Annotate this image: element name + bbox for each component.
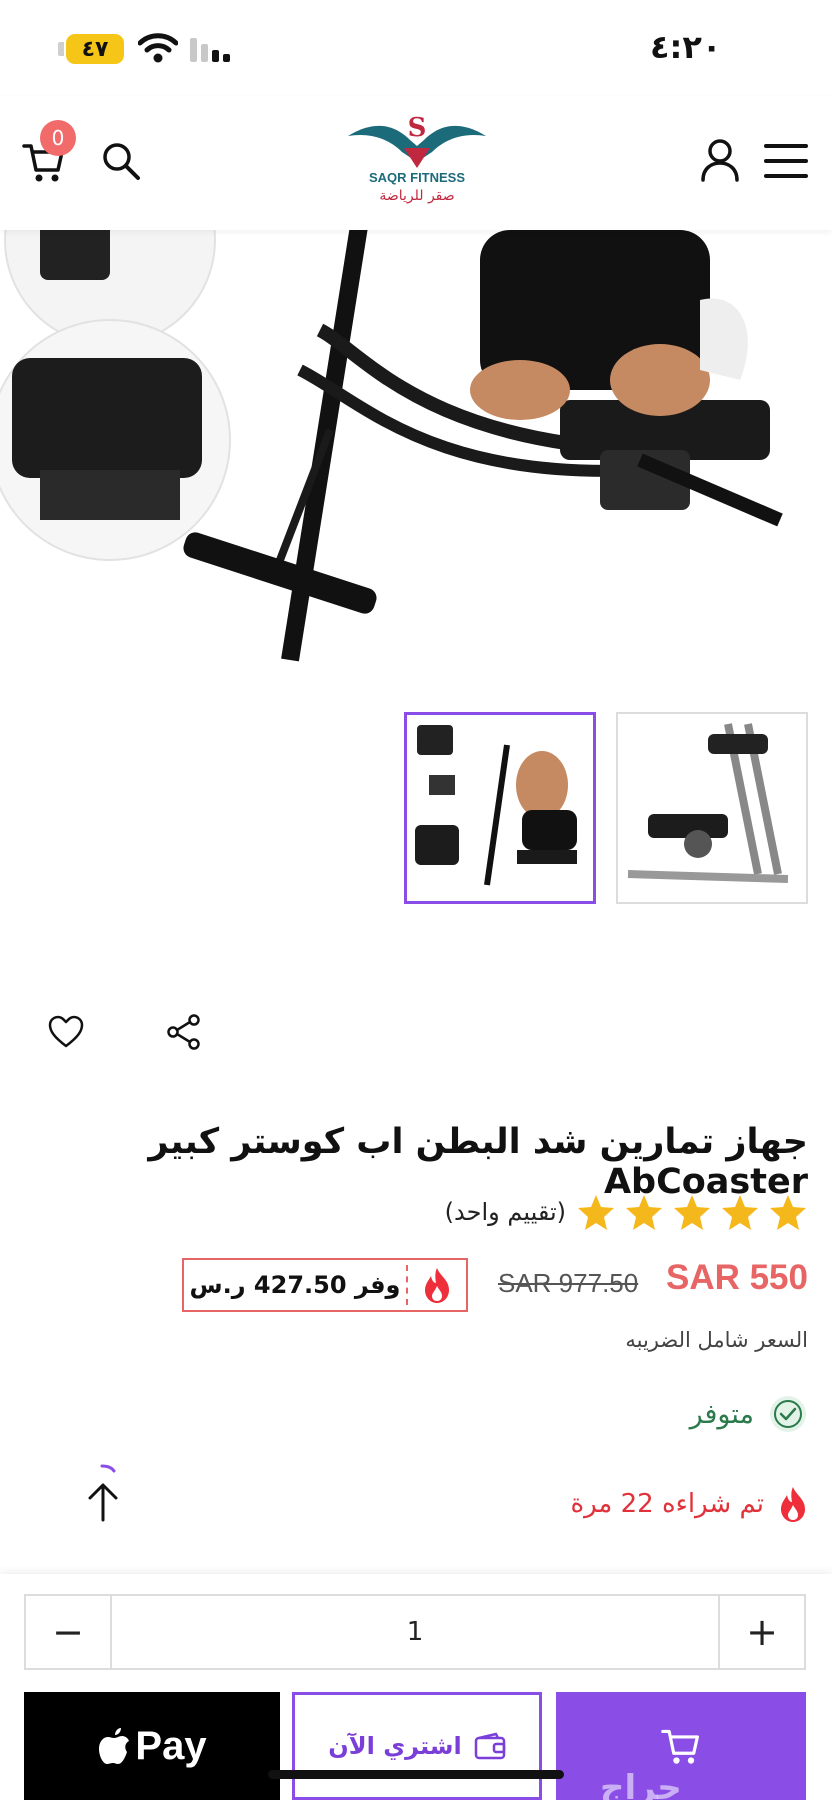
old-price: SAR 977.50: [498, 1268, 639, 1298]
quantity-decrease-button[interactable]: −: [26, 1596, 112, 1668]
thumbnail-photo-1: [415, 725, 577, 886]
eagle-logo-icon: S: [348, 113, 486, 168]
heart-icon: [48, 1015, 84, 1048]
wishlist-button[interactable]: [46, 1012, 86, 1052]
thumbnail-photo-2: [627, 723, 789, 883]
fire-icon: [425, 1268, 449, 1303]
tax-note: السعر شامل الضريبه: [625, 1328, 808, 1352]
wallet-icon: [474, 1732, 505, 1760]
fire-icon: [781, 1487, 805, 1522]
cart-icon: [661, 1729, 699, 1764]
star-icon: [722, 1195, 758, 1230]
signal-icon: [190, 38, 230, 62]
arrow-up-icon: [88, 1464, 118, 1522]
logo-text-en: SAQR FITNESS: [368, 170, 466, 185]
sold-count: تم شراءه 22 مرة: [570, 1484, 808, 1524]
current-price: SAR 550: [665, 1258, 808, 1297]
quantity-stepper: − 1 +: [24, 1594, 806, 1670]
site-logo[interactable]: S SAQR FITNESS صقر للرياضة: [344, 106, 490, 216]
star-icon: [626, 1195, 662, 1230]
apple-pay-label: Pay: [135, 1723, 207, 1768]
buy-now-button[interactable]: اشتري الآن: [292, 1692, 542, 1800]
home-indicator: [268, 1770, 564, 1779]
purchase-bar: − 1 + Pay اشتري الآن حراج: [0, 1574, 832, 1800]
battery-indicator: ٤٧: [66, 34, 124, 64]
status-bar: ٤٧ ٤:٢٠: [0, 0, 832, 96]
search-icon: [103, 143, 140, 180]
sold-text: تم شراءه 22 مرة: [570, 1489, 764, 1519]
product-rating[interactable]: (تقييم واحد): [445, 1190, 808, 1234]
menu-icon: [764, 144, 808, 178]
savings-text: وفر 427.50 ر.س: [189, 1271, 401, 1299]
cart-count-badge: 0: [40, 120, 76, 156]
product-photo: [0, 230, 783, 662]
svg-text:S: S: [408, 113, 427, 143]
search-button[interactable]: [100, 140, 142, 182]
star-icon: [674, 1195, 710, 1230]
scroll-to-top-button[interactable]: [80, 1462, 126, 1524]
apple-pay-button[interactable]: Pay: [24, 1692, 280, 1800]
quantity-increase-button[interactable]: +: [718, 1596, 804, 1668]
thumbnail-1[interactable]: [404, 712, 596, 904]
star-icon: [770, 1195, 806, 1230]
user-icon: [701, 139, 739, 182]
quantity-value[interactable]: 1: [112, 1596, 718, 1668]
stock-status: متوفر: [690, 1394, 808, 1434]
watermark: حراج: [600, 1768, 682, 1800]
share-icon: [167, 1014, 200, 1050]
product-main-image[interactable]: [0, 230, 832, 680]
battery-nub: [58, 42, 64, 56]
rating-count-text: (تقييم واحد): [444, 1198, 566, 1226]
account-button[interactable]: [700, 138, 740, 182]
savings-badge: وفر 427.50 ر.س: [182, 1258, 468, 1312]
wifi-icon: [138, 33, 178, 63]
star-icon: [578, 1195, 614, 1230]
stock-text: متوفر: [689, 1398, 754, 1430]
thumbnail-2[interactable]: [616, 712, 808, 904]
buy-now-label: اشتري الآن: [328, 1732, 462, 1760]
menu-button[interactable]: [764, 142, 808, 180]
check-circle-icon: [770, 1396, 806, 1432]
savings-fire: [408, 1260, 466, 1310]
logo-text-ar: صقر للرياضة: [379, 188, 455, 204]
apple-logo-icon: [99, 1728, 130, 1764]
product-page: ٤٧ ٤:٢٠ 0 S SAQR FITNESS صقر للرياضة جها…: [0, 0, 832, 1800]
site-header: 0 S SAQR FITNESS صقر للرياضة: [0, 96, 832, 230]
clock: ٤:٢٠: [650, 28, 722, 66]
share-button[interactable]: [164, 1012, 204, 1052]
